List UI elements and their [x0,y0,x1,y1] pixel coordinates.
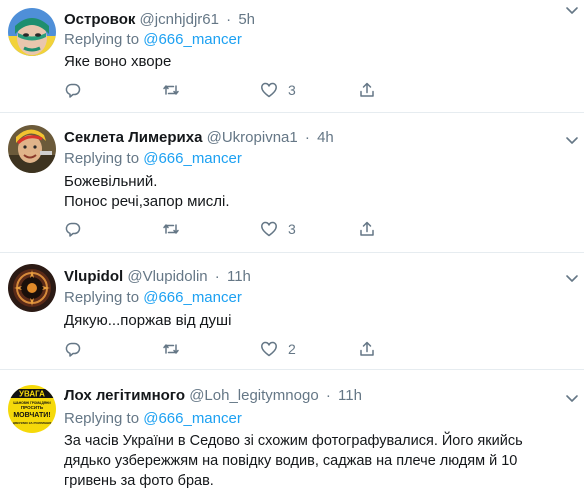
replying-to: Replying to @666_mancer [64,30,242,50]
like-count: 3 [288,82,296,98]
display-name[interactable]: Лох легітимного [64,387,185,404]
avatar-image: УВАГА ШАНОВНІ ГРОМАДЯНИ ПРОСИТЬ МОВЧАТИ!… [8,385,56,433]
replying-to-label: Replying to [64,410,140,427]
share-icon [358,81,376,99]
separator-dot: · [226,11,232,28]
avatar-title: УВАГА [19,390,45,399]
retweet-button[interactable] [162,339,190,359]
user-handle[interactable]: @Loh_legitymnogo [189,387,318,404]
like-icon [260,340,278,358]
tweet-text-line: дядько узбережжям на повідку водив, садж… [64,453,518,469]
avatar-image [8,264,56,312]
tweet-text: Божевільний. Понос речі,запор мислі. [64,172,568,212]
separator-dot: · [304,129,310,146]
avatar[interactable] [8,125,56,173]
like-icon [260,220,278,238]
display-name[interactable]: Vlupidol [64,268,123,285]
tweet-text-line: Дякую...поржав від душі [64,312,232,329]
mention-link[interactable]: @666_mancer [143,410,242,427]
tweet-header: Vlupidol @Vlupidolin · 11h [64,267,576,287]
replying-to-label: Replying to [64,31,140,48]
replying-to-label: Replying to [64,289,140,306]
tweet-header: Секлета Лимериха @Ukropivna1 · 4h [64,128,576,148]
separator-dot: · [214,268,220,285]
tweet-text-line: Яке воно хворе [64,53,172,70]
reply-button[interactable] [64,339,92,359]
like-icon [260,81,278,99]
replying-to: Replying to @666_mancer [64,409,242,429]
avatar-line: ПРОСИТЬ [21,405,44,410]
share-button[interactable] [358,339,376,359]
tweet[interactable]: Островок @jcnhjdjr61 · 5h Replying to @6… [0,0,584,113]
share-button[interactable] [358,80,376,100]
user-handle[interactable]: @jcnhjdjr61 [140,11,219,28]
display-name[interactable]: Островок [64,11,135,28]
like-count: 3 [288,221,296,237]
share-icon [358,340,376,358]
tweet-actions: 3 [64,219,384,239]
replying-to: Replying to @666_mancer [64,149,242,169]
retweet-button[interactable] [162,80,190,100]
reply-icon [64,81,82,99]
like-button[interactable]: 3 [260,80,296,100]
tweet-text: Дякую...поржав від душі [64,311,568,331]
tweet-header: Лох легітимного @Loh_legitymnogo · 11h [64,386,576,406]
tweet[interactable]: УВАГА ШАНОВНІ ГРОМАДЯНИ ПРОСИТЬ МОВЧАТИ!… [0,370,584,496]
tweet[interactable]: Vlupidol @Vlupidolin · 11h Replying to @… [0,253,584,370]
mention-link[interactable]: @666_mancer [143,289,242,306]
tweet-text-line: Божевільний. [64,173,158,190]
reply-icon [64,220,82,238]
tweet-actions: 2 [64,339,384,359]
timestamp[interactable]: 11h [227,268,251,285]
tweet[interactable]: Секлета Лимериха @Ukropivna1 · 4h Replyi… [0,113,584,253]
user-handle[interactable]: @Ukropivna1 [207,129,298,146]
mention-link[interactable]: @666_mancer [143,150,242,167]
avatar[interactable] [8,8,56,56]
tweet-text-line: Понос речі,запор мислі. [64,193,230,210]
retweet-icon [162,81,180,99]
share-button[interactable] [358,219,376,239]
user-handle[interactable]: @Vlupidolin [127,268,207,285]
avatar[interactable] [8,264,56,312]
reply-feed: Островок @jcnhjdjr61 · 5h Replying to @6… [0,0,584,496]
chevron-down-icon[interactable] [564,132,580,148]
tweet-text: Яке воно хворе [64,52,568,72]
chevron-down-icon[interactable] [564,270,580,286]
replying-to-label: Replying to [64,150,140,167]
timestamp[interactable]: 11h [338,387,362,404]
tweet-actions: 3 [64,80,384,100]
tweet-header: Островок @jcnhjdjr61 · 5h [64,10,576,30]
avatar-image [8,125,56,173]
avatar-image [8,8,56,56]
tweet-text-line: За часів України в Седово зі схожим фото… [64,433,523,449]
separator-dot: · [325,387,331,404]
share-icon [358,220,376,238]
timestamp[interactable]: 5h [238,11,255,28]
like-count: 2 [288,341,296,357]
mention-link[interactable]: @666_mancer [143,31,242,48]
reply-button[interactable] [64,219,92,239]
avatar-line: ДЯКУЄМО ЗА РОЗУМІННЯ [13,421,52,425]
reply-icon [64,340,82,358]
avatar-line: МОВЧАТИ! [13,412,50,419]
avatar[interactable]: УВАГА ШАНОВНІ ГРОМАДЯНИ ПРОСИТЬ МОВЧАТИ!… [8,385,56,433]
timestamp[interactable]: 4h [317,129,334,146]
retweet-icon [162,220,180,238]
tweet-text-line: гривень за фото брав. [64,473,214,489]
retweet-button[interactable] [162,219,190,239]
chevron-down-icon[interactable] [564,2,580,18]
reply-button[interactable] [64,80,92,100]
chevron-down-icon[interactable] [564,390,580,406]
tweet-text: За часів України в Седово зі схожим фото… [64,431,568,491]
like-button[interactable]: 3 [260,219,296,239]
display-name[interactable]: Секлета Лимериха [64,129,202,146]
like-button[interactable]: 2 [260,339,296,359]
replying-to: Replying to @666_mancer [64,288,242,308]
retweet-icon [162,340,180,358]
